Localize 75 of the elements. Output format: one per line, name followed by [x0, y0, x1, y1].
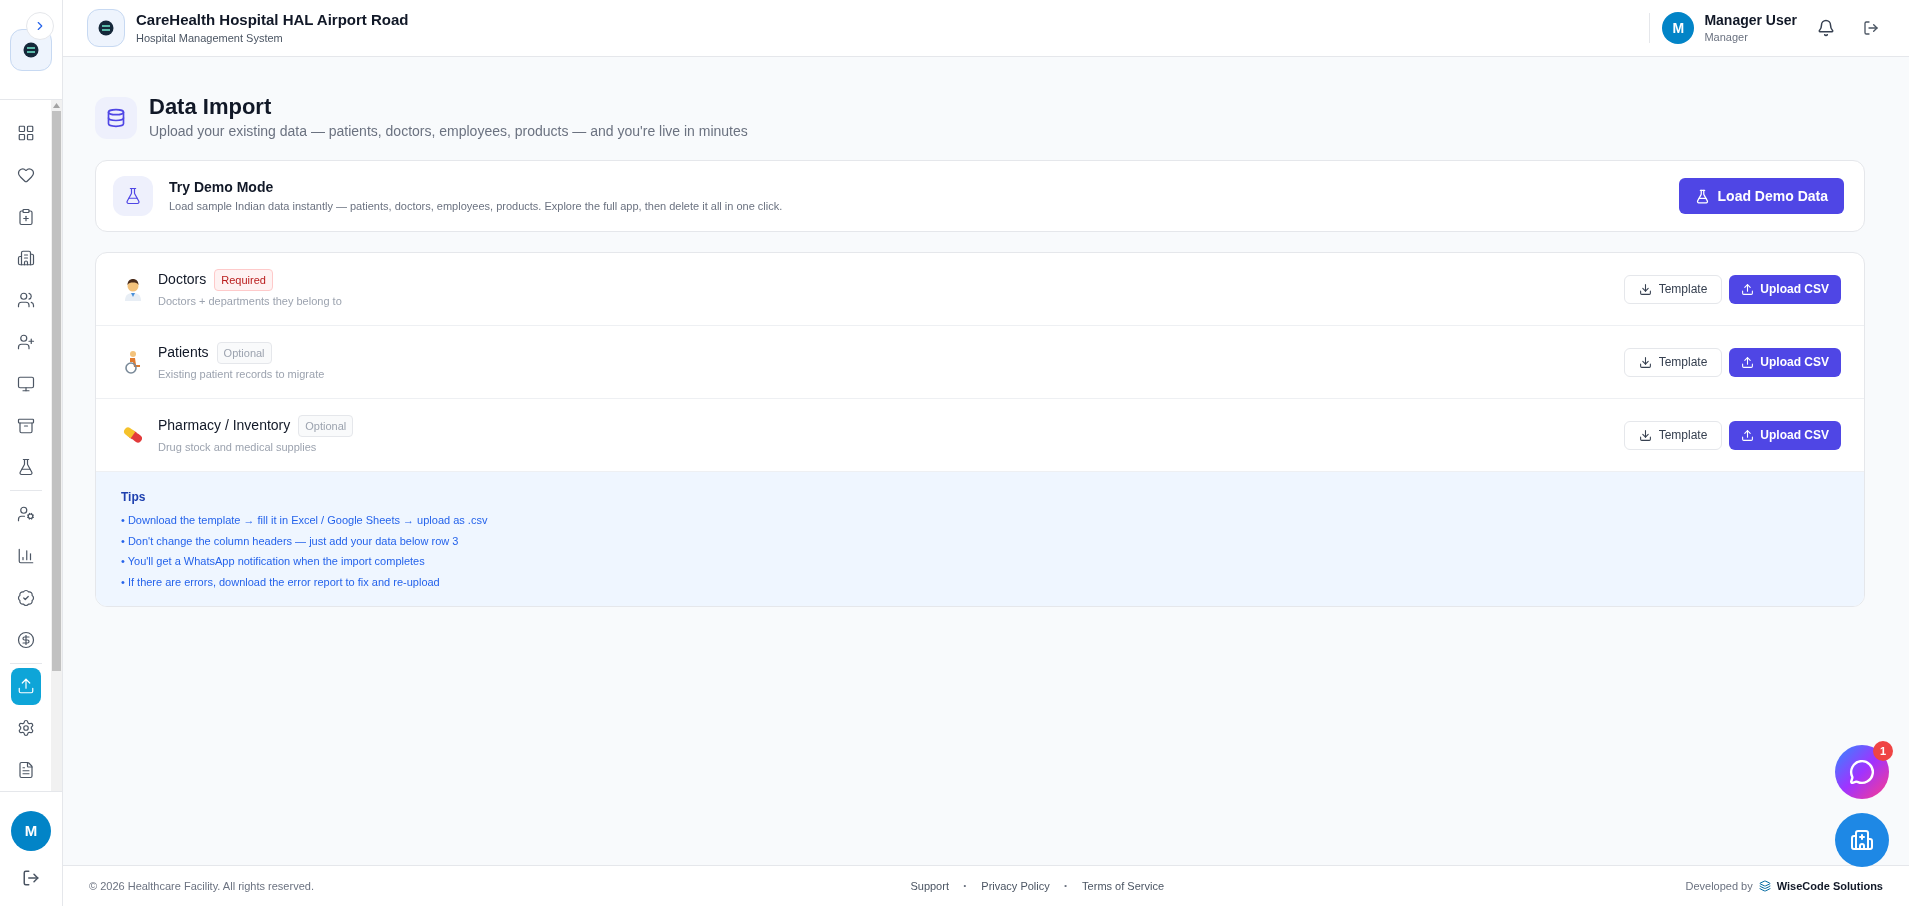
upload-csv-button[interactable]: Upload CSV: [1729, 347, 1841, 377]
upload-icon: [1741, 428, 1755, 442]
user-avatar[interactable]: M: [1662, 12, 1695, 44]
heart-icon: [16, 165, 35, 184]
scrollbar[interactable]: [51, 100, 62, 791]
download-icon: [1638, 428, 1652, 442]
logo-icon: [87, 9, 125, 47]
notification-badge: 1: [1873, 741, 1893, 761]
import-description: Existing patient records to migrate: [158, 367, 325, 382]
building-icon: [16, 249, 35, 268]
page-subtitle: Upload your existing data — patients, doctors, employees, products — and you're live in minutes: [149, 122, 748, 141]
load-demo-button[interactable]: Load Demo Data: [1678, 178, 1844, 214]
chat-bubble-icon: [1849, 759, 1875, 785]
upload-icon: [1741, 282, 1755, 296]
status-badge: Optional: [298, 414, 354, 437]
archive-icon: [16, 416, 35, 435]
app-subtitle: Hospital Management System: [136, 30, 284, 46]
tip-text: • You'll get a WhatsApp notification when the import completes: [121, 554, 426, 569]
upload-csv-button[interactable]: Upload CSV: [1729, 420, 1841, 450]
logout-icon: [22, 869, 40, 887]
bar-chart-icon: [16, 547, 35, 566]
tip-text: • Download the template → fill it in Excel / Google Sheets → upload as .csv: [121, 513, 489, 528]
user-avatar[interactable]: M: [11, 811, 51, 851]
separator-dot: ·: [962, 877, 968, 896]
download-icon: [1638, 282, 1652, 296]
doctor-icon: [122, 277, 144, 301]
import-name: Doctors: [158, 270, 207, 290]
tips-title: Tips: [121, 489, 147, 506]
copyright-text: © 2026 Healthcare Facility. All rights reserved.: [89, 878, 315, 894]
notifications-icon: [1817, 19, 1835, 37]
import-name: Patients: [158, 343, 209, 363]
settings-icon: [16, 719, 35, 738]
hospital-name: CareHealth Hospital HAL Airport Road: [136, 9, 409, 30]
page-title: Data Import: [149, 93, 273, 121]
flask-icon: [113, 176, 153, 216]
developed-by-text: Developed by: [1685, 878, 1753, 894]
flask-icon: [1694, 188, 1710, 204]
flask-icon: [16, 458, 35, 477]
brand-name: WiseCode Solutions: [1776, 878, 1883, 894]
badge-check-icon: [16, 588, 35, 607]
user-plus-icon: [16, 332, 35, 351]
layers-icon: [1758, 880, 1771, 892]
import-description: Drug stock and medical supplies: [158, 440, 318, 455]
clipboard-plus-icon: [16, 207, 35, 226]
users-icon: [16, 291, 35, 310]
demo-description: Load sample Indian data instantly — patients, doctors, employees, products. Explore the full app, then delete it all in one click.: [169, 199, 783, 215]
upload-icon: [1741, 355, 1755, 369]
footer-link[interactable]: Privacy Policy: [981, 877, 1050, 895]
database-icon: [95, 96, 137, 139]
logout-icon: [1863, 20, 1879, 36]
demo-title: Try Demo Mode: [169, 178, 275, 198]
separator-dot: ·: [1063, 877, 1069, 896]
download-icon: [1638, 355, 1652, 369]
template-button[interactable]: Template: [1623, 274, 1723, 304]
user-role: Manager: [1704, 29, 1749, 45]
hospital-icon: [1850, 828, 1874, 852]
import-name: Pharmacy / Inventory: [158, 416, 291, 436]
tip-text: • Don't change the column headers — just add your data below row 3: [121, 533, 460, 549]
upload-csv-button[interactable]: Upload CSV: [1729, 274, 1841, 304]
document-icon: [16, 761, 35, 780]
user-gear-icon: [16, 505, 35, 524]
footer-link[interactable]: Support: [910, 877, 949, 895]
footer-link[interactable]: Terms of Service: [1082, 877, 1165, 895]
status-badge: Optional: [216, 341, 272, 364]
dashboard-grid-icon: [16, 123, 35, 142]
hospital-button[interactable]: [1835, 813, 1889, 867]
import-description: Doctors + departments they belong to: [158, 294, 342, 309]
dollar-icon: [16, 630, 35, 649]
template-button[interactable]: Template: [1623, 420, 1723, 450]
upload-icon: [16, 677, 35, 696]
monitor-icon: [16, 374, 35, 393]
user-name: Manager User: [1704, 10, 1797, 29]
status-badge: Required: [214, 268, 273, 291]
template-button[interactable]: Template: [1623, 347, 1723, 377]
tip-text: • If there are errors, download the error report to fix and re-upload: [121, 574, 441, 590]
